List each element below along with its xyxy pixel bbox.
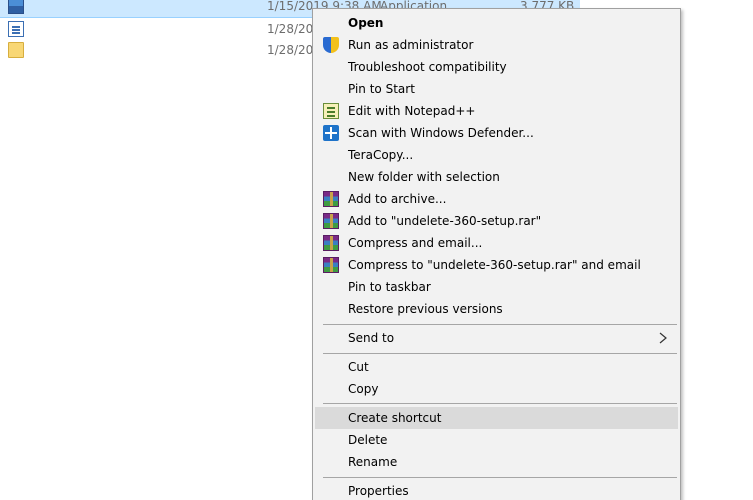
winrar-icon	[323, 191, 339, 207]
menu-item-label: Run as administrator	[348, 38, 474, 52]
context-menu: Open Run as administrator Troubleshoot c…	[312, 8, 681, 500]
menu-item-delete[interactable]: Delete	[315, 429, 678, 451]
windows-defender-icon	[323, 125, 339, 141]
menu-item-label: Scan with Windows Defender...	[348, 126, 534, 140]
menu-item-label: Compress and email...	[348, 236, 483, 250]
menu-item-send-to[interactable]: Send to	[315, 327, 678, 349]
menu-item-scan-defender[interactable]: Scan with Windows Defender...	[315, 122, 678, 144]
menu-item-compress-to-rar-and-email[interactable]: Compress to "undelete-360-setup.rar" and…	[315, 254, 678, 276]
menu-separator	[323, 353, 677, 354]
menu-item-create-shortcut[interactable]: Create shortcut	[315, 407, 678, 429]
menu-item-add-to-archive[interactable]: Add to archive...	[315, 188, 678, 210]
winrar-icon	[323, 235, 339, 251]
menu-item-label: Compress to "undelete-360-setup.rar" and…	[348, 258, 641, 272]
menu-item-label: New folder with selection	[348, 170, 500, 184]
menu-item-label: Properties	[348, 484, 409, 498]
folder-icon	[8, 42, 24, 58]
menu-item-label: TeraCopy...	[348, 148, 414, 162]
setup-icon	[8, 0, 24, 14]
menu-item-label: Pin to Start	[348, 82, 415, 96]
menu-item-label: Delete	[348, 433, 388, 447]
menu-item-label: Edit with Notepad++	[348, 104, 476, 118]
menu-item-open[interactable]: Open	[315, 12, 678, 34]
menu-separator	[323, 403, 677, 404]
menu-item-new-folder-with-selection[interactable]: New folder with selection	[315, 166, 678, 188]
menu-item-properties[interactable]: Properties	[315, 480, 678, 500]
menu-item-label: Send to	[348, 331, 395, 345]
menu-item-label: Troubleshoot compatibility	[348, 60, 507, 74]
menu-item-troubleshoot-compatibility[interactable]: Troubleshoot compatibility	[315, 56, 678, 78]
menu-item-run-as-administrator[interactable]: Run as administrator	[315, 34, 678, 56]
menu-item-restore-previous-versions[interactable]: Restore previous versions	[315, 298, 678, 320]
menu-item-add-to-rar[interactable]: Add to "undelete-360-setup.rar"	[315, 210, 678, 232]
chevron-right-icon	[659, 332, 667, 344]
menu-item-label: Cut	[348, 360, 369, 374]
menu-item-compress-and-email[interactable]: Compress and email...	[315, 232, 678, 254]
menu-item-copy[interactable]: Copy	[315, 378, 678, 400]
menu-item-teracopy[interactable]: TeraCopy...	[315, 144, 678, 166]
menu-item-label: Open	[348, 16, 384, 30]
menu-item-cut[interactable]: Cut	[315, 356, 678, 378]
menu-item-pin-to-start[interactable]: Pin to Start	[315, 78, 678, 100]
menu-item-label: Add to archive...	[348, 192, 447, 206]
menu-item-label: Pin to taskbar	[348, 280, 431, 294]
menu-item-rename[interactable]: Rename	[315, 451, 678, 473]
menu-item-label: Add to "undelete-360-setup.rar"	[348, 214, 542, 228]
winrar-icon	[323, 213, 339, 229]
menu-separator	[323, 477, 677, 478]
menu-item-label: Copy	[348, 382, 379, 396]
menu-item-edit-notepadpp[interactable]: Edit with Notepad++	[315, 100, 678, 122]
document-icon	[8, 21, 24, 37]
menu-item-pin-to-taskbar[interactable]: Pin to taskbar	[315, 276, 678, 298]
menu-item-label: Restore previous versions	[348, 302, 503, 316]
winrar-icon	[323, 257, 339, 273]
notepadpp-icon	[323, 103, 339, 119]
menu-item-label: Rename	[348, 455, 398, 469]
menu-item-label: Create shortcut	[348, 411, 442, 425]
menu-separator	[323, 324, 677, 325]
uac-shield-icon	[323, 37, 339, 53]
